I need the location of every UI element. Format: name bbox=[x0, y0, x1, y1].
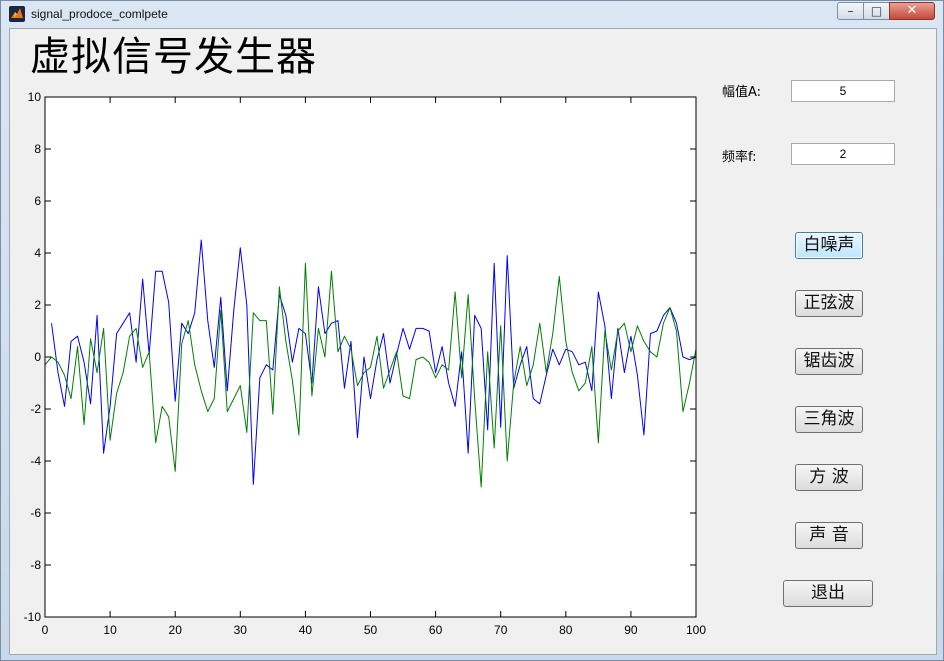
sound-button[interactable]: 声 音 bbox=[795, 522, 863, 549]
y-tick-label: 10 bbox=[28, 90, 42, 104]
y-tick-label: -8 bbox=[30, 558, 41, 572]
x-tick-label: 40 bbox=[299, 623, 313, 637]
x-tick-label: 30 bbox=[234, 623, 248, 637]
x-tick-label: 20 bbox=[169, 623, 183, 637]
y-tick-label: 4 bbox=[34, 246, 41, 260]
y-tick-label: 0 bbox=[34, 350, 41, 364]
y-tick-label: -6 bbox=[30, 506, 41, 520]
amplitude-input[interactable] bbox=[791, 80, 895, 102]
exit-button[interactable]: 退出 bbox=[783, 580, 873, 607]
frequency-label: 频率f: bbox=[722, 150, 757, 165]
y-tick-label: -2 bbox=[30, 402, 41, 416]
y-tick-label: -10 bbox=[24, 610, 42, 624]
sawtooth-wave-button[interactable]: 锯齿波 bbox=[795, 348, 863, 375]
y-tick-label: 2 bbox=[34, 298, 41, 312]
x-tick-label: 0 bbox=[42, 623, 49, 637]
x-tick-label: 90 bbox=[624, 623, 638, 637]
x-tick-label: 10 bbox=[103, 623, 117, 637]
sine-wave-button[interactable]: 正弦波 bbox=[795, 290, 863, 317]
x-tick-label: 60 bbox=[429, 623, 443, 637]
x-tick-label: 70 bbox=[494, 623, 508, 637]
y-tick-label: 8 bbox=[34, 142, 41, 156]
y-tick-label: -4 bbox=[30, 454, 41, 468]
square-wave-button[interactable]: 方 波 bbox=[795, 464, 863, 491]
white-noise-button[interactable]: 白噪声 bbox=[795, 232, 863, 259]
triangle-wave-button[interactable]: 三角波 bbox=[795, 406, 863, 433]
x-tick-label: 100 bbox=[686, 623, 706, 637]
amplitude-label: 幅值A: bbox=[722, 85, 762, 100]
plot-area bbox=[45, 97, 696, 617]
y-tick-label: 6 bbox=[34, 194, 41, 208]
x-tick-label: 80 bbox=[559, 623, 573, 637]
x-tick-label: 50 bbox=[364, 623, 378, 637]
frequency-input[interactable] bbox=[791, 143, 895, 165]
